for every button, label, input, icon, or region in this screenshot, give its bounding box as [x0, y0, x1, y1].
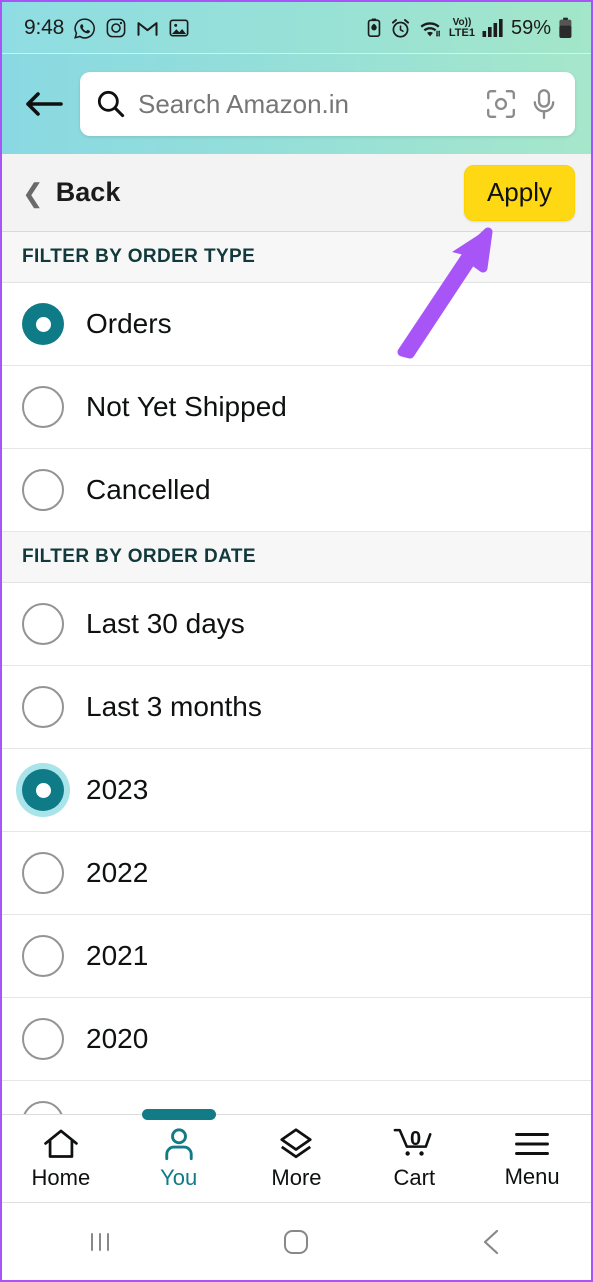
- radio-2023[interactable]: [22, 769, 64, 811]
- nav-item-cart[interactable]: 0 Cart: [355, 1115, 473, 1202]
- home-icon: [42, 1126, 80, 1162]
- list-item[interactable]: Orders: [2, 283, 591, 366]
- alarm-icon: [390, 18, 411, 39]
- back-label: Back: [55, 177, 121, 207]
- radio-last-30-days[interactable]: [22, 603, 64, 645]
- radio-cancelled[interactable]: [22, 469, 64, 511]
- apply-button[interactable]: Apply: [463, 164, 575, 221]
- radio-2020[interactable]: [22, 1018, 64, 1060]
- person-icon: [161, 1126, 197, 1162]
- list-item[interactable]: Last 30 days: [2, 583, 591, 666]
- radio-2021[interactable]: [22, 935, 64, 977]
- nav-item-label: Menu: [504, 1164, 560, 1189]
- back-link[interactable]: ❮ Back: [22, 177, 120, 208]
- search-input[interactable]: Search Amazon.in: [138, 89, 473, 120]
- android-navigation-bar: [2, 1202, 591, 1280]
- back-arrow-icon: [24, 89, 64, 119]
- nav-item-label: Cart: [393, 1165, 436, 1190]
- list-item-label: 2022: [86, 857, 149, 888]
- list-item[interactable]: 2023: [2, 749, 591, 832]
- search-icon: [96, 89, 126, 119]
- nav-item-more[interactable]: More: [238, 1115, 356, 1202]
- android-home-button[interactable]: [256, 1228, 336, 1256]
- list-item[interactable]: 2020: [2, 998, 591, 1081]
- radio-last-3-months[interactable]: [22, 686, 64, 728]
- nav-item-label: You: [160, 1165, 198, 1190]
- list-item-label: Last 3 months: [86, 691, 262, 722]
- list-item[interactable]: 2021: [2, 915, 591, 998]
- battery-icon: [558, 17, 573, 39]
- bottom-navigation: Home You More 0 Cart Menu: [2, 1109, 591, 1202]
- home-square-icon: [282, 1228, 310, 1256]
- search-header: Search Amazon.in: [2, 54, 591, 154]
- photos-icon: [168, 17, 190, 39]
- filter-header: ❮ Back Apply: [2, 154, 591, 232]
- section-header-order-type: FILTER BY ORDER TYPE: [2, 232, 591, 283]
- list-item-label: 2023: [86, 774, 149, 805]
- chevron-left-icon: ❮: [22, 177, 44, 208]
- header-back-button[interactable]: [16, 76, 72, 132]
- list-item-label: Not Yet Shipped: [86, 391, 287, 422]
- phone-screenshot: 9:48 Vo)) LTE1 59% Search Amazon.in ❮ Ba…: [0, 0, 593, 1282]
- instagram-icon: [105, 17, 127, 39]
- radio-orders[interactable]: [22, 303, 64, 345]
- list-item-label: 2021: [86, 940, 149, 971]
- cart-badge-count: 0: [410, 1128, 422, 1150]
- list-item[interactable]: Last 3 months: [2, 666, 591, 749]
- nav-item-home[interactable]: Home: [2, 1115, 120, 1202]
- volte-lte1-icon: Vo)) LTE1: [449, 18, 475, 38]
- nav-item-label: Home: [31, 1165, 91, 1190]
- filter-list: FILTER BY ORDER TYPE Orders Not Yet Ship…: [2, 232, 591, 1164]
- nav-item-you[interactable]: You: [120, 1109, 238, 1202]
- status-bar-right: Vo)) LTE1 59%: [365, 17, 573, 40]
- radio-2022[interactable]: [22, 852, 64, 894]
- whatsapp-icon: [73, 17, 96, 40]
- layers-icon: [277, 1126, 315, 1162]
- cart-icon: 0: [392, 1126, 436, 1162]
- camera-scan-icon[interactable]: [485, 88, 517, 120]
- radio-not-yet-shipped[interactable]: [22, 386, 64, 428]
- status-bar-clock: 9:48: [24, 16, 65, 39]
- list-item-label: Orders: [86, 308, 172, 339]
- hamburger-icon: [513, 1127, 551, 1161]
- battery-saver-icon: [365, 18, 383, 38]
- android-back-button[interactable]: [453, 1228, 533, 1256]
- gmail-icon: [136, 17, 159, 40]
- list-item[interactable]: 2022: [2, 832, 591, 915]
- list-item-label: 2020: [86, 1023, 149, 1054]
- wifi-icon: [418, 18, 442, 39]
- nav-item-menu[interactable]: Menu: [473, 1115, 591, 1202]
- status-bar: 9:48 Vo)) LTE1 59%: [2, 2, 591, 54]
- section-header-order-date: FILTER BY ORDER DATE: [2, 532, 591, 583]
- signal-bars-icon: [482, 18, 504, 38]
- recents-icon: [87, 1229, 113, 1255]
- list-item-label: Last 30 days: [86, 608, 245, 639]
- status-bar-left: 9:48: [24, 16, 190, 40]
- list-item[interactable]: Cancelled: [2, 449, 591, 532]
- search-bar[interactable]: Search Amazon.in: [80, 72, 575, 136]
- lte1-label: LTE1: [448, 26, 475, 39]
- nav-item-label: More: [271, 1165, 322, 1190]
- list-item-label: Cancelled: [86, 474, 211, 505]
- microphone-icon[interactable]: [529, 88, 559, 120]
- back-chevron-icon: [480, 1228, 506, 1256]
- active-tab-indicator: [141, 1109, 216, 1120]
- battery-percent-label: 59%: [510, 16, 551, 39]
- list-item[interactable]: Not Yet Shipped: [2, 366, 591, 449]
- android-recents-button[interactable]: [60, 1229, 140, 1255]
